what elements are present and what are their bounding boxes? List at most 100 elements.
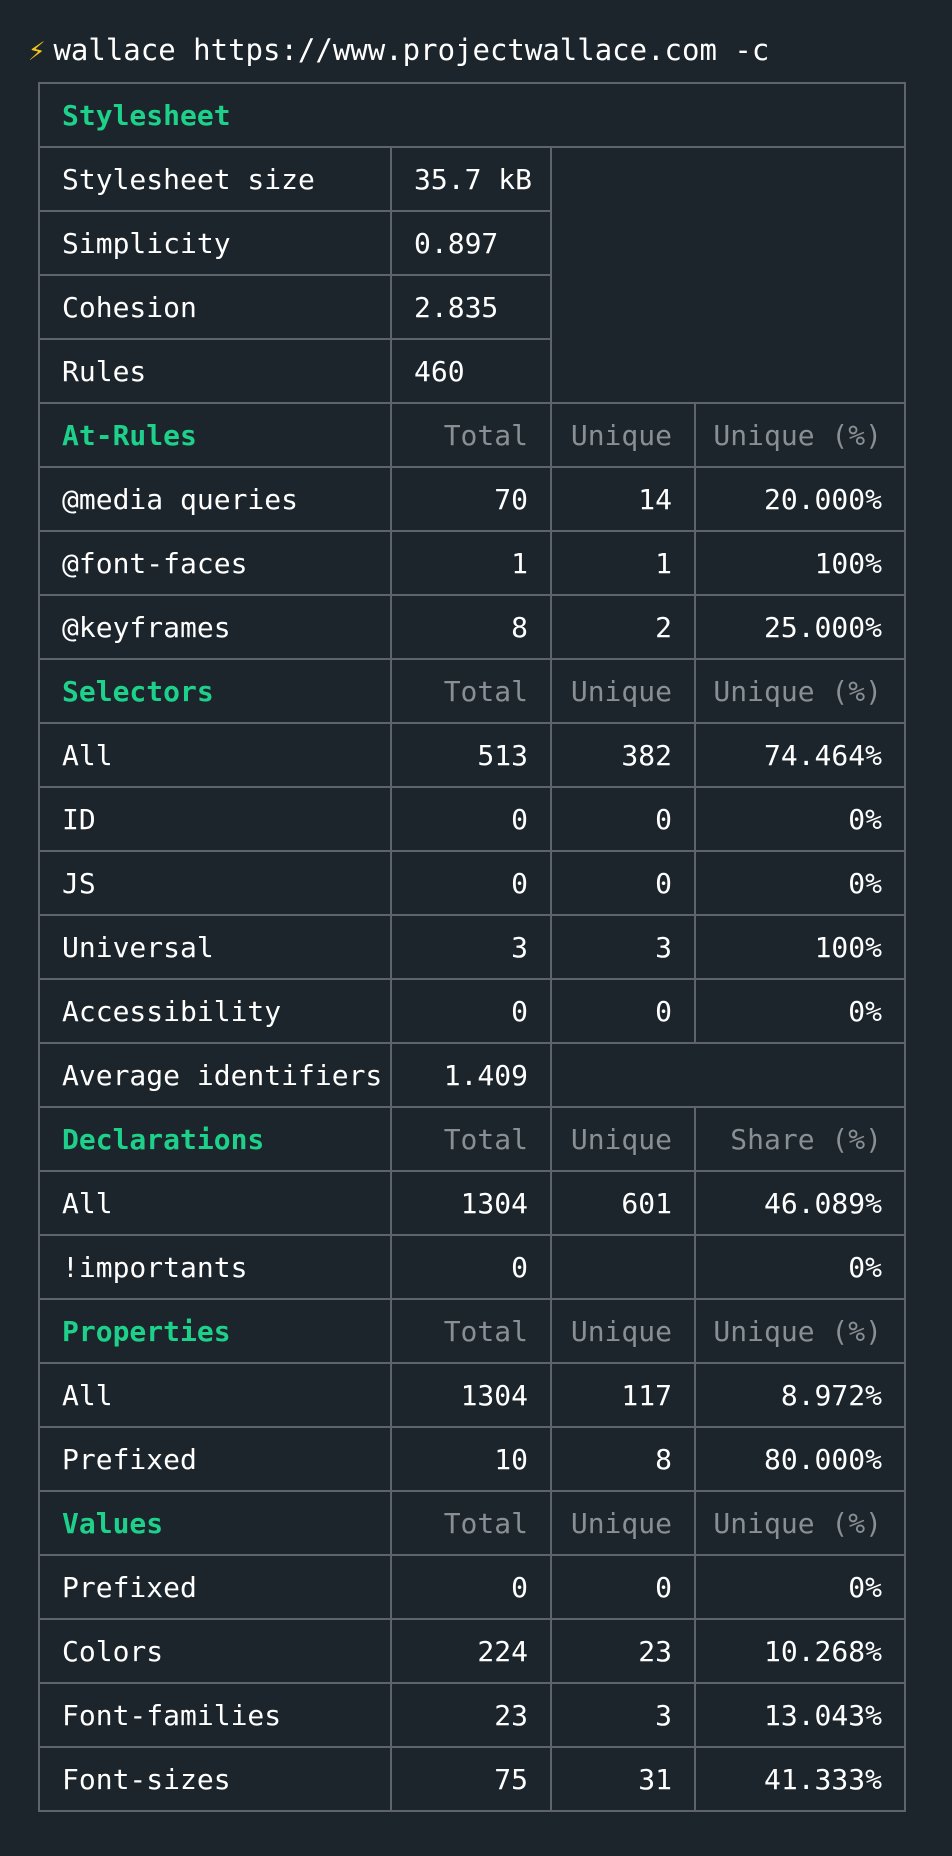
column-header-percent: Unique (%) — [694, 658, 906, 724]
table-row-label: All — [38, 722, 392, 788]
table-row-label: All — [38, 1362, 392, 1428]
column-header-total: Total — [390, 402, 552, 468]
stylesheet-row-label: Simplicity — [38, 210, 392, 276]
command-prompt: ⚡ wallace https://www.projectwallace.com … — [28, 30, 769, 70]
table-row-total: 70 — [390, 466, 552, 532]
table-row-percent: 0% — [694, 978, 906, 1044]
stylesheet-empty-cell — [550, 146, 906, 404]
table-row-unique: 0 — [550, 1554, 696, 1620]
table-row-total: 0 — [390, 978, 552, 1044]
table-row-label: Prefixed — [38, 1426, 392, 1492]
table-row-label: !importants — [38, 1234, 392, 1300]
table-row-percent: 0% — [694, 786, 906, 852]
column-header-unique: Unique — [550, 658, 696, 724]
table-row-unique: 1 — [550, 530, 696, 596]
lightning-icon: ⚡ — [28, 33, 46, 67]
table-row-percent: 0% — [694, 1234, 906, 1300]
table-row-label: ID — [38, 786, 392, 852]
table-row-total: 10 — [390, 1426, 552, 1492]
column-header-percent: Share (%) — [694, 1106, 906, 1172]
section-title-declarations: Declarations — [38, 1106, 392, 1172]
table-row-total: 23 — [390, 1682, 552, 1748]
table-row-percent: 74.464% — [694, 722, 906, 788]
table-row-percent: 100% — [694, 914, 906, 980]
table-row-total: 75 — [390, 1746, 552, 1812]
table-row-label: @keyframes — [38, 594, 392, 660]
stylesheet-row-value: 2.835 — [390, 274, 552, 340]
table-row-unique: 601 — [550, 1170, 696, 1236]
table-row-percent: 100% — [694, 530, 906, 596]
table-row-unique: 31 — [550, 1746, 696, 1812]
table-row-unique: 0 — [550, 786, 696, 852]
table-row-label: Font-families — [38, 1682, 392, 1748]
table-row-total: 3 — [390, 914, 552, 980]
column-header-total: Total — [390, 1106, 552, 1172]
column-header-total: Total — [390, 1298, 552, 1364]
section-title-selectors: Selectors — [38, 658, 392, 724]
table-row-label: @font-faces — [38, 530, 392, 596]
column-header-unique: Unique — [550, 1490, 696, 1556]
table-row-total: 0 — [390, 1234, 552, 1300]
table-row-total: 0 — [390, 786, 552, 852]
stylesheet-row-label: Rules — [38, 338, 392, 404]
stylesheet-row-value: 460 — [390, 338, 552, 404]
table-row-label: @media queries — [38, 466, 392, 532]
table-row-total: 224 — [390, 1618, 552, 1684]
table-row-percent: 0% — [694, 1554, 906, 1620]
table-row-label: Accessibility — [38, 978, 392, 1044]
column-header-percent: Unique (%) — [694, 402, 906, 468]
table-row-unique: 0 — [550, 978, 696, 1044]
column-header-total: Total — [390, 1490, 552, 1556]
table-row-percent: 46.089% — [694, 1170, 906, 1236]
table-row-percent: 20.000% — [694, 466, 906, 532]
table-row-label: Colors — [38, 1618, 392, 1684]
table-row-total: 1304 — [390, 1170, 552, 1236]
stylesheet-row-value: 0.897 — [390, 210, 552, 276]
table-row-percent: 8.972% — [694, 1362, 906, 1428]
table-row-label: All — [38, 1170, 392, 1236]
table-row-total: 513 — [390, 722, 552, 788]
table-row-label: Universal — [38, 914, 392, 980]
table-row-unique: 117 — [550, 1362, 696, 1428]
column-header-percent: Unique (%) — [694, 1490, 906, 1556]
column-header-total: Total — [390, 658, 552, 724]
command-text: wallace https://www.projectwallace.com -… — [53, 33, 770, 67]
column-header-percent: Unique (%) — [694, 1298, 906, 1364]
column-header-unique: Unique — [550, 1298, 696, 1364]
table-row-label: Font-sizes — [38, 1746, 392, 1812]
table-row-percent: 80.000% — [694, 1426, 906, 1492]
stylesheet-row-label: Stylesheet size — [38, 146, 392, 212]
table-row-total: 1304 — [390, 1362, 552, 1428]
stats-table: Stylesheet Stylesheet size 35.7 kB Simplici… — [38, 82, 906, 1812]
section-title-stylesheet: Stylesheet — [38, 82, 906, 148]
table-row-label: JS — [38, 850, 392, 916]
table-row-unique: 3 — [550, 1682, 696, 1748]
table-row-label: Average identifiers — [38, 1042, 392, 1108]
table-row-unique — [550, 1234, 696, 1300]
section-title-values: Values — [38, 1490, 392, 1556]
column-header-unique: Unique — [550, 1106, 696, 1172]
table-row-value: 1.409 — [390, 1042, 552, 1108]
table-row-percent: 0% — [694, 850, 906, 916]
table-row-total: 1 — [390, 530, 552, 596]
section-title-properties: Properties — [38, 1298, 392, 1364]
table-row-unique: 382 — [550, 722, 696, 788]
table-row-label: Prefixed — [38, 1554, 392, 1620]
table-row-unique: 0 — [550, 850, 696, 916]
stylesheet-row-label: Cohesion — [38, 274, 392, 340]
table-row-unique: 23 — [550, 1618, 696, 1684]
table-row-unique: 3 — [550, 914, 696, 980]
table-row-percent: 25.000% — [694, 594, 906, 660]
table-row-total: 8 — [390, 594, 552, 660]
table-row-unique: 2 — [550, 594, 696, 660]
table-row-total: 0 — [390, 1554, 552, 1620]
table-row-percent: 10.268% — [694, 1618, 906, 1684]
stylesheet-row-value: 35.7 kB — [390, 146, 552, 212]
table-row-percent: 13.043% — [694, 1682, 906, 1748]
table-row-total: 0 — [390, 850, 552, 916]
table-row-percent: 41.333% — [694, 1746, 906, 1812]
column-header-unique: Unique — [550, 402, 696, 468]
table-row-unique: 8 — [550, 1426, 696, 1492]
table-row-empty-cell — [550, 1042, 906, 1108]
section-title-at-rules: At-Rules — [38, 402, 392, 468]
